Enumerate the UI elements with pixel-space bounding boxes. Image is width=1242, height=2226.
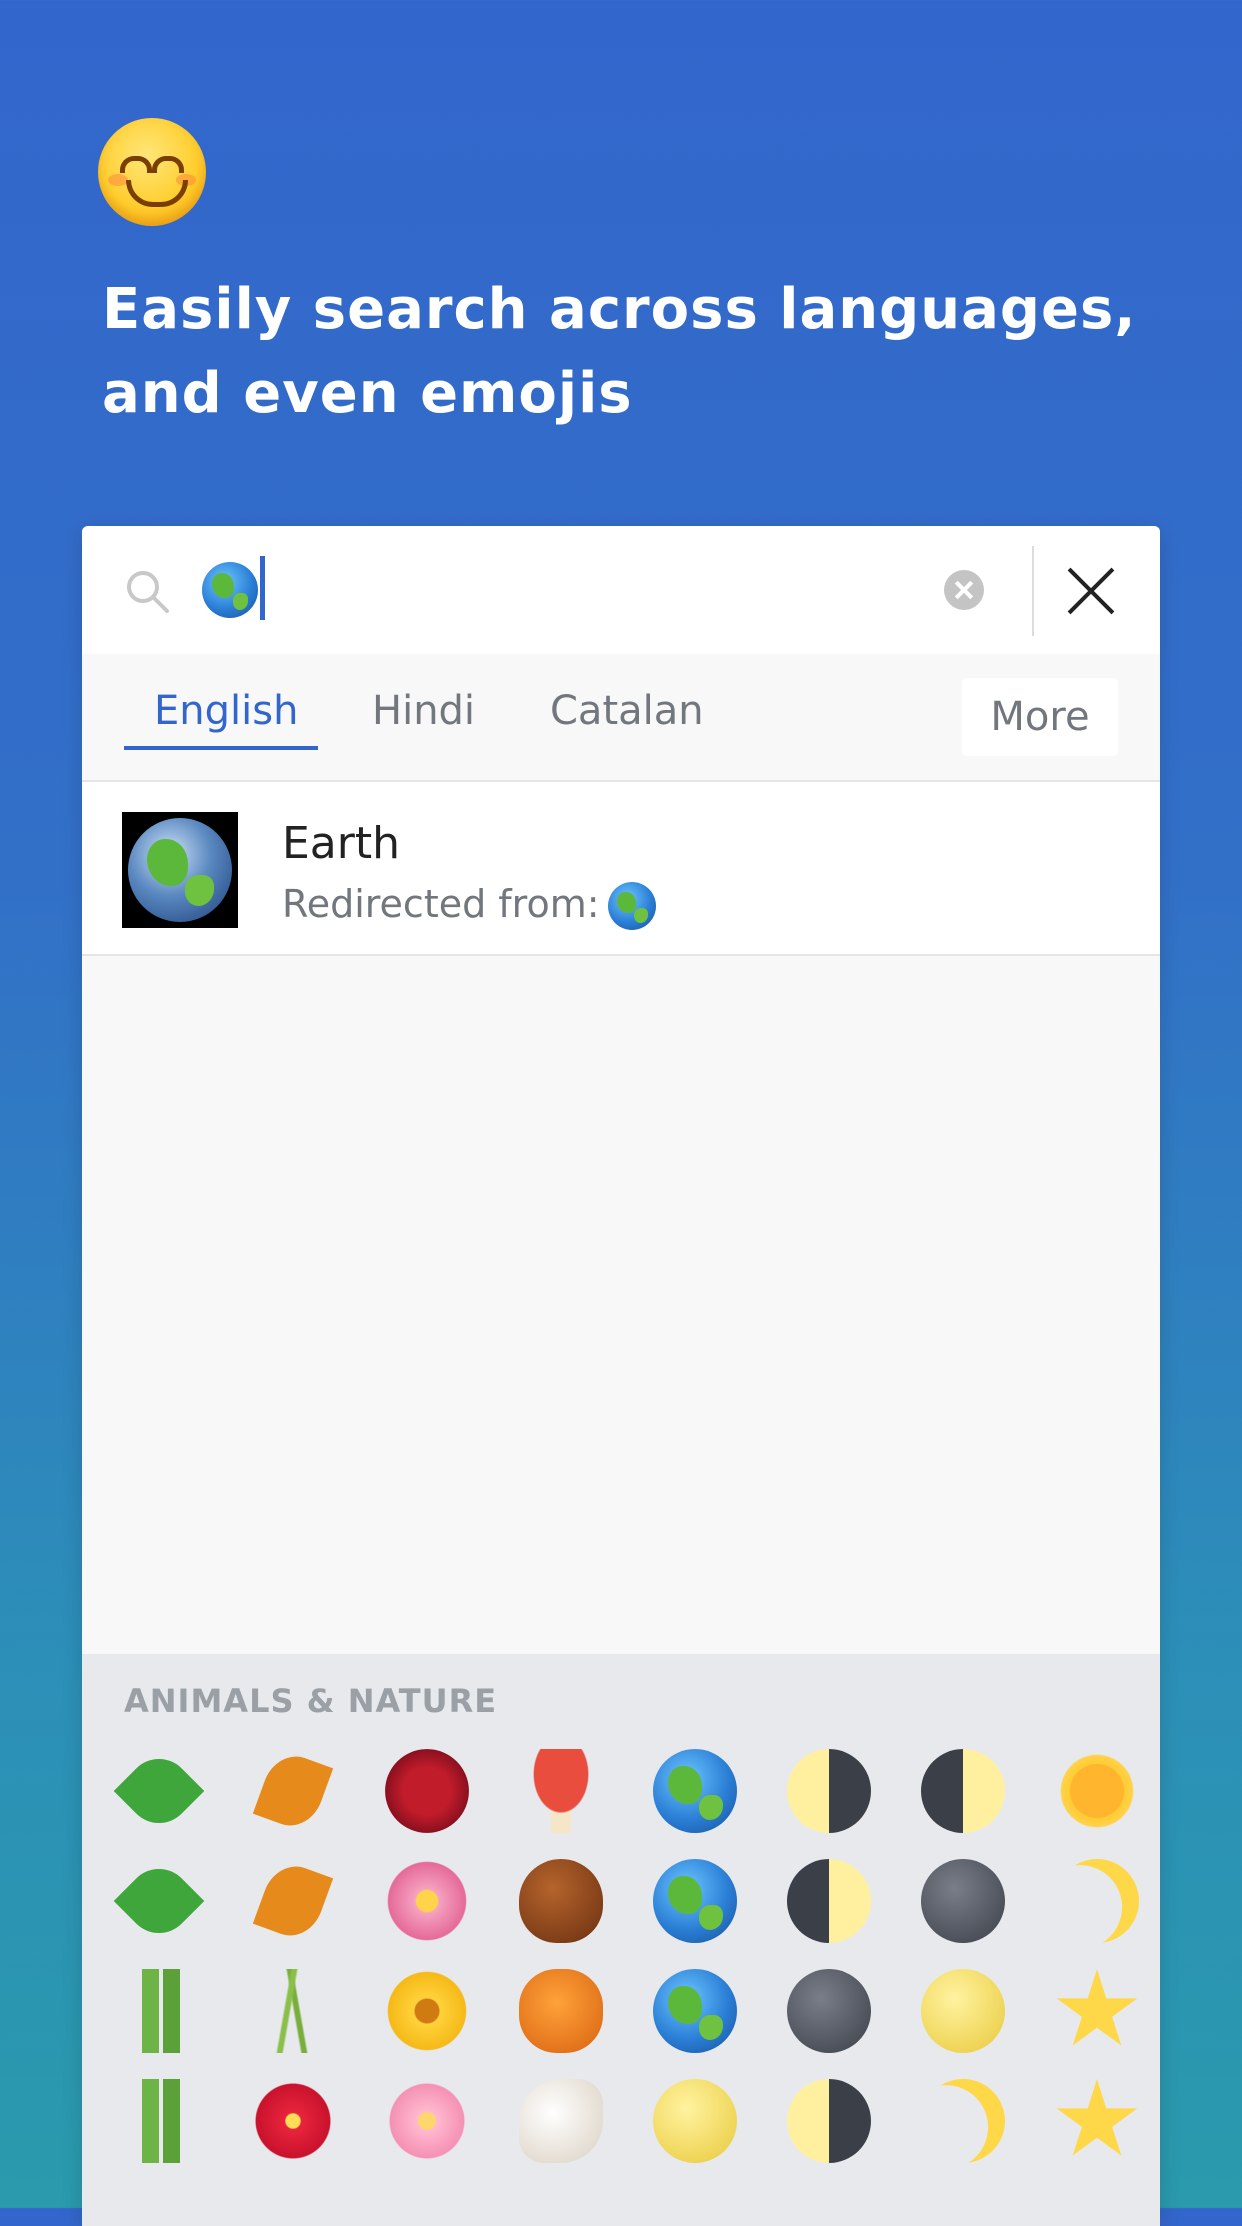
- fallen-leaf-icon[interactable]: [248, 1746, 338, 1836]
- close-icon[interactable]: [1062, 562, 1120, 620]
- more-languages-button[interactable]: More: [962, 678, 1118, 756]
- active-tab-indicator: [124, 746, 318, 750]
- full-moon-face-icon[interactable]: [918, 1966, 1008, 2056]
- earth-asia-icon[interactable]: [650, 1966, 740, 2056]
- emoji-category-label: ANIMALS & NATURE: [124, 1682, 498, 1720]
- ear-of-rice-icon[interactable]: [248, 1966, 338, 2056]
- search-input[interactable]: [202, 562, 258, 618]
- tab-english[interactable]: English: [154, 688, 298, 734]
- tab-hindi[interactable]: Hindi: [372, 688, 475, 734]
- new-moon-icon[interactable]: [784, 1966, 874, 2056]
- search-bar: [82, 526, 1160, 654]
- result-thumbnail: [122, 812, 238, 928]
- headline: Easily search across languages, and even…: [102, 277, 1137, 426]
- clear-icon[interactable]: [944, 570, 984, 610]
- earth-americas-icon[interactable]: [650, 1746, 740, 1836]
- rose-icon[interactable]: [382, 1746, 472, 1836]
- waxing-gibbous-moon-icon[interactable]: [918, 1746, 1008, 1836]
- result-redirect-text: Redirected from:: [282, 882, 600, 926]
- last-quarter-moon-face-icon[interactable]: [918, 2076, 1008, 2166]
- mushroom-icon[interactable]: [516, 1746, 606, 1836]
- pine-decoration-icon[interactable]: [114, 1966, 204, 2056]
- search-icon: [127, 571, 169, 613]
- sun-with-face-icon[interactable]: [1052, 1746, 1142, 1836]
- new-moon-face-icon[interactable]: [918, 1856, 1008, 1946]
- sunflower-icon[interactable]: [382, 1966, 472, 2056]
- shamrock-icon[interactable]: [113, 1745, 205, 1837]
- earth-africa-icon[interactable]: [650, 1856, 740, 1946]
- app-window: English Hindi Catalan More Earth Redirec…: [82, 526, 1160, 2226]
- earth-globe-icon: [608, 882, 656, 930]
- cherry-blossom-icon[interactable]: [382, 2076, 472, 2166]
- maple-leaf-icon[interactable]: [248, 1856, 338, 1946]
- jack-o-lantern-icon[interactable]: [516, 1966, 606, 2056]
- smiling-face-icon: [98, 118, 206, 226]
- language-tabs: English Hindi Catalan More: [82, 654, 1160, 782]
- glowing-star-icon[interactable]: [1052, 2076, 1142, 2166]
- chestnut-icon[interactable]: [516, 1856, 606, 1946]
- tab-catalan[interactable]: Catalan: [550, 688, 704, 734]
- spiral-shell-icon[interactable]: [516, 2076, 606, 2166]
- full-moon-icon[interactable]: [650, 2076, 740, 2166]
- hibiscus-icon[interactable]: [248, 2076, 338, 2166]
- tulip-icon[interactable]: [382, 1856, 472, 1946]
- result-title: Earth: [282, 818, 400, 869]
- star-icon[interactable]: [1052, 1966, 1142, 2056]
- first-quarter-moon-icon[interactable]: [784, 1746, 874, 1836]
- waning-crescent-moon-icon[interactable]: [784, 1856, 874, 1946]
- earth-image: [128, 818, 232, 922]
- divider: [1032, 546, 1034, 636]
- four-leaf-clover-icon[interactable]: [113, 1855, 205, 1947]
- tanabata-tree-icon[interactable]: [114, 2076, 204, 2166]
- crescent-moon-icon[interactable]: [1052, 1856, 1142, 1946]
- emoji-keyboard: ANIMALS & NATURE: [82, 1654, 1160, 2226]
- search-result[interactable]: Earth Redirected from:: [82, 782, 1160, 956]
- last-quarter-moon-icon[interactable]: [784, 2076, 874, 2166]
- text-cursor: [260, 556, 265, 620]
